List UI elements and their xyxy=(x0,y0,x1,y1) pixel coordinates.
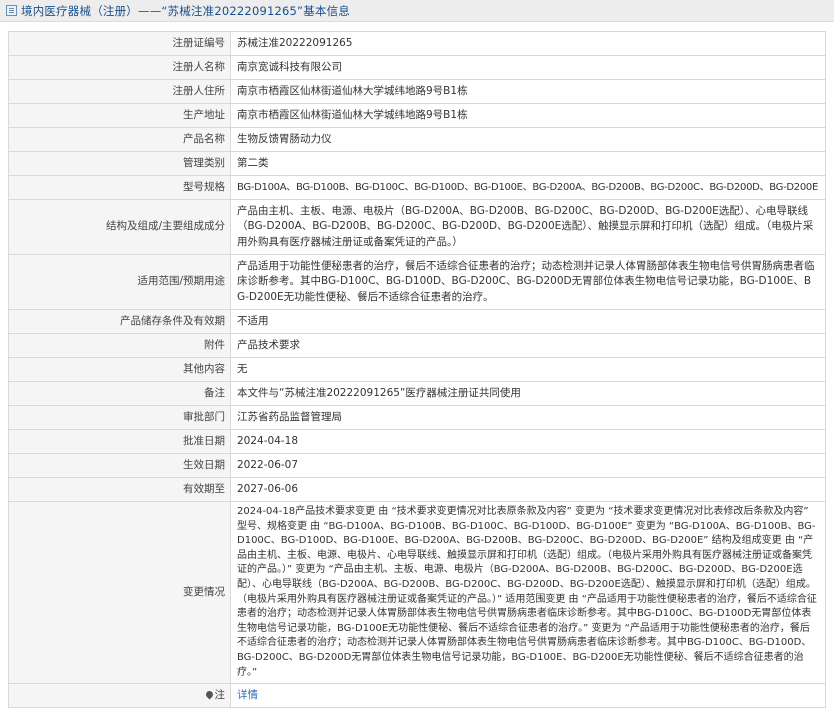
field-value: 产品由主机、主板、电源、电极片（BG-D200A、BG-D200B、BG-D20… xyxy=(230,199,826,255)
field-label: 注册人住所 xyxy=(8,79,231,104)
field-value: 第二类 xyxy=(230,151,826,176)
field-label: 注 xyxy=(8,683,231,709)
field-label: 结构及组成/主要组成成分 xyxy=(8,199,231,255)
field-value: 2024-04-18 xyxy=(230,429,826,454)
table-row: 注册人住所 南京市栖霞区仙林街道仙林大学城纬地路9号B1栋 xyxy=(8,79,826,104)
table-row: 变更情况 2024-04-18产品技术要求变更 由 “技术要求变更情况对比表原条… xyxy=(8,500,826,685)
note-row: 注 详情 xyxy=(8,683,826,709)
field-label: 注册人名称 xyxy=(8,55,231,80)
note-label: 注 xyxy=(214,688,226,701)
field-value: BG-D100A、BG-D100B、BG-D100C、BG-D100D、BG-D… xyxy=(230,175,826,200)
field-value: 2022-06-07 xyxy=(230,453,826,478)
field-label: 审批部门 xyxy=(8,405,231,430)
field-label: 附件 xyxy=(8,333,231,358)
field-value: 无 xyxy=(230,357,826,382)
table-row: 管理类别 第二类 xyxy=(8,151,826,176)
page-title: 境内医疗器械（注册）——“苏械注准20222091265”基本信息 xyxy=(21,3,350,18)
field-label: 适用范围/预期用途 xyxy=(8,254,231,310)
field-value: 南京市栖霞区仙林街道仙林大学城纬地路9号B1栋 xyxy=(230,79,826,104)
table-row: 注册人名称 南京宽诚科技有限公司 xyxy=(8,55,826,80)
field-value: 南京宽诚科技有限公司 xyxy=(230,55,826,80)
field-label: 管理类别 xyxy=(8,151,231,176)
field-label: 批准日期 xyxy=(8,429,231,454)
detail-link[interactable]: 详情 xyxy=(237,689,258,701)
field-value: 不适用 xyxy=(230,309,826,334)
field-label: 变更情况 xyxy=(8,500,231,685)
table-row: 型号规格 BG-D100A、BG-D100B、BG-D100C、BG-D100D… xyxy=(8,175,826,200)
table-row: 有效期至 2027-06-06 xyxy=(8,477,826,502)
field-label: 备注 xyxy=(8,381,231,406)
field-value: 2027-06-06 xyxy=(230,477,826,502)
table-row: 适用范围/预期用途 产品适用于功能性便秘患者的治疗，餐后不适综合征患者的治疗；动… xyxy=(8,254,826,310)
table-row: 附件 产品技术要求 xyxy=(8,333,826,358)
table-row: 审批部门 江苏省药品监督管理局 xyxy=(8,405,826,430)
table-row: 生效日期 2022-06-07 xyxy=(8,453,826,478)
table-row: 批准日期 2024-04-18 xyxy=(8,429,826,454)
field-label: 型号规格 xyxy=(8,175,231,200)
field-label: 其他内容 xyxy=(8,357,231,382)
field-value: 本文件与“苏械注准20222091265”医疗器械注册证共同使用 xyxy=(230,381,826,406)
table-row: 生产地址 南京市栖霞区仙林街道仙林大学城纬地路9号B1栋 xyxy=(8,103,826,128)
table-row: 产品名称 生物反馈胃肠动力仪 xyxy=(8,127,826,152)
field-value: 产品技术要求 xyxy=(230,333,826,358)
page-header: 境内医疗器械（注册）——“苏械注准20222091265”基本信息 xyxy=(0,0,834,22)
field-value: 苏械注准20222091265 xyxy=(230,31,826,56)
field-value: 详情 xyxy=(230,683,826,709)
field-label: 产品名称 xyxy=(8,127,231,152)
table-row: 结构及组成/主要组成成分 产品由主机、主板、电源、电极片（BG-D200A、BG… xyxy=(8,199,826,255)
table-row: 其他内容 无 xyxy=(8,357,826,382)
pin-icon xyxy=(204,689,214,700)
field-label: 生效日期 xyxy=(8,453,231,478)
field-label: 生产地址 xyxy=(8,103,231,128)
table-row: 产品储存条件及有效期 不适用 xyxy=(8,309,826,334)
field-value: 产品适用于功能性便秘患者的治疗，餐后不适综合征患者的治疗；动态检测并记录人体胃肠… xyxy=(230,254,826,310)
registration-info-table: 注册证编号 苏械注准20222091265 注册人名称 南京宽诚科技有限公司 注… xyxy=(8,31,826,709)
table-row: 注册证编号 苏械注准20222091265 xyxy=(8,31,826,56)
field-label: 注册证编号 xyxy=(8,31,231,56)
field-label: 产品储存条件及有效期 xyxy=(8,309,231,334)
field-label: 有效期至 xyxy=(8,477,231,502)
field-value: 生物反馈胃肠动力仪 xyxy=(230,127,826,152)
field-value: 南京市栖霞区仙林街道仙林大学城纬地路9号B1栋 xyxy=(230,103,826,128)
table-row: 备注 本文件与“苏械注准20222091265”医疗器械注册证共同使用 xyxy=(8,381,826,406)
field-value: 江苏省药品监督管理局 xyxy=(230,405,826,430)
document-list-icon xyxy=(6,5,17,16)
field-value: 2024-04-18产品技术要求变更 由 “技术要求变更情况对比表原条款及内容”… xyxy=(230,500,826,685)
